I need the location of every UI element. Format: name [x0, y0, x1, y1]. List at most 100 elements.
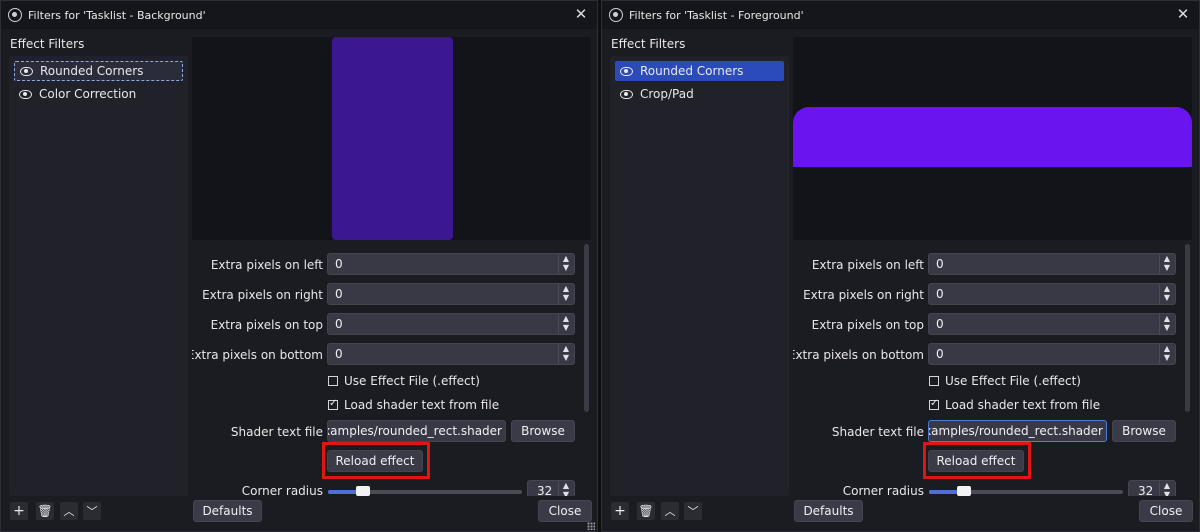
spin-arrows[interactable]: ▲ ▼	[1159, 344, 1175, 364]
checkbox-unchecked[interactable]	[929, 376, 939, 386]
eye-icon[interactable]	[619, 89, 633, 99]
corner-radius-spinbox[interactable]: 32 ▲ ▼	[527, 480, 575, 496]
spin-arrows[interactable]: ▲ ▼	[1159, 284, 1175, 304]
load-shader-label: Load shader text from file	[945, 398, 1101, 412]
filter-item-rounded-corners[interactable]: Rounded Corners	[615, 61, 784, 81]
chevron-down-icon[interactable]: ▼	[1163, 324, 1171, 332]
extra-bottom-label: Extra pixels on bottom	[793, 348, 924, 362]
checkbox-checked[interactable]	[328, 398, 338, 410]
defaults-button[interactable]: Defaults	[193, 500, 262, 522]
reload-effect-button[interactable]: Reload effect	[928, 450, 1024, 472]
shader-file-field[interactable]: examples/rounded_rect.shader	[928, 420, 1107, 442]
close-icon[interactable]: ✕	[573, 6, 589, 22]
extra-top-spinbox[interactable]: 0 ▲ ▼	[928, 313, 1176, 335]
eye-icon[interactable]	[619, 66, 633, 76]
filter-item-label: Crop/Pad	[640, 87, 694, 101]
chevron-up-icon[interactable]: ▲	[562, 315, 570, 323]
chevron-up-icon[interactable]: ▲	[1163, 255, 1171, 263]
browse-button[interactable]: Browse	[1112, 420, 1176, 442]
filter-item-label: Color Correction	[39, 87, 137, 101]
use-effect-file-checkbox[interactable]: Use Effect File (.effect)	[929, 374, 1081, 388]
spin-arrows[interactable]: ▲ ▼	[1159, 254, 1175, 274]
extra-bottom-value: 0	[936, 347, 944, 361]
filter-item-label: Rounded Corners	[40, 64, 144, 78]
slider-fill	[328, 490, 358, 494]
extra-right-spinbox[interactable]: 0 ▲ ▼	[928, 283, 1176, 305]
chevron-down-icon[interactable]: ﹀	[83, 502, 101, 520]
extra-top-spinbox[interactable]: 0 ▲ ▼	[327, 313, 575, 335]
spin-arrows[interactable]: ▲ ▼	[1159, 481, 1175, 496]
browse-button[interactable]: Browse	[511, 420, 575, 442]
extra-top-label: Extra pixels on top	[210, 318, 323, 332]
chevron-down-icon[interactable]: ▼	[562, 264, 570, 272]
window-title: Filters for 'Tasklist - Background'	[28, 8, 206, 22]
use-effect-file-checkbox[interactable]: Use Effect File (.effect)	[328, 374, 480, 388]
trash-icon[interactable]: 🗑	[36, 502, 54, 520]
close-button[interactable]: Close	[538, 500, 592, 522]
corner-radius-slider[interactable]	[328, 486, 522, 496]
slider-handle[interactable]	[356, 486, 370, 496]
chevron-up-icon[interactable]: ▲	[1163, 285, 1171, 293]
properties-scrollbar[interactable]	[584, 244, 589, 412]
chevron-down-icon[interactable]: ▼	[1163, 294, 1171, 302]
spin-arrows[interactable]: ▲ ▼	[558, 344, 574, 364]
reload-effect-button[interactable]: Reload effect	[327, 450, 423, 472]
chevron-up-icon[interactable]: ▲	[562, 345, 570, 353]
chevron-down-icon[interactable]: ▼	[562, 491, 570, 497]
extra-left-label: Extra pixels on left	[811, 258, 924, 272]
filter-item-crop-pad[interactable]: Crop/Pad	[615, 84, 784, 104]
trash-icon[interactable]: 🗑	[637, 502, 655, 520]
chevron-down-icon[interactable]: ▼	[1163, 354, 1171, 362]
chevron-up-icon[interactable]: ▲	[1163, 345, 1171, 353]
eye-icon[interactable]	[18, 89, 32, 99]
spin-arrows[interactable]: ▲ ▼	[558, 254, 574, 274]
corner-radius-spinbox[interactable]: 32 ▲ ▼	[1128, 480, 1176, 496]
window-title: Filters for 'Tasklist - Foreground'	[629, 8, 804, 22]
chevron-down-icon[interactable]: ﹀	[684, 502, 702, 520]
extra-left-spinbox[interactable]: 0 ▲ ▼	[928, 253, 1176, 275]
chevron-down-icon[interactable]: ▼	[1163, 491, 1171, 497]
chevron-up-icon[interactable]: ▲	[1163, 315, 1171, 323]
filter-item-color-correction[interactable]: Color Correction	[14, 84, 183, 104]
filter-item-label: Rounded Corners	[640, 64, 744, 78]
chevron-up-icon[interactable]: ▲	[562, 255, 570, 263]
chevron-down-icon[interactable]: ▼	[1163, 264, 1171, 272]
plus-icon[interactable]: +	[10, 502, 28, 520]
checkbox-checked[interactable]	[929, 398, 939, 410]
extra-bottom-spinbox[interactable]: 0 ▲ ▼	[928, 343, 1176, 365]
chevron-up-icon[interactable]: ︿	[60, 502, 78, 520]
chevron-up-icon[interactable]: ▲	[562, 482, 570, 490]
eye-icon[interactable]	[19, 66, 33, 76]
close-button[interactable]: Close	[1139, 500, 1193, 522]
resize-grip[interactable]	[587, 522, 595, 530]
spin-arrows[interactable]: ▲ ▼	[558, 481, 574, 496]
properties-scrollbar[interactable]	[1185, 244, 1190, 412]
slider-handle[interactable]	[957, 486, 971, 496]
shader-file-field[interactable]: examples/rounded_rect.shader	[327, 420, 506, 442]
extra-bottom-value: 0	[335, 347, 343, 361]
extra-right-spinbox[interactable]: 0 ▲ ▼	[327, 283, 575, 305]
checkbox-unchecked[interactable]	[328, 376, 338, 386]
chevron-up-icon[interactable]: ︿	[661, 502, 679, 520]
extra-left-spinbox[interactable]: 0 ▲ ▼	[327, 253, 575, 275]
chevron-up-icon[interactable]: ▲	[562, 285, 570, 293]
filter-item-rounded-corners[interactable]: Rounded Corners	[14, 61, 183, 81]
chevron-up-icon[interactable]: ▲	[1163, 482, 1171, 490]
bottom-bar: + 🗑 ︿ ﹀ Defaults Close	[1, 498, 597, 531]
chevron-down-icon[interactable]: ▼	[562, 324, 570, 332]
extra-right-value: 0	[335, 287, 343, 301]
spin-arrows[interactable]: ▲ ▼	[1159, 314, 1175, 334]
spin-arrows[interactable]: ▲ ▼	[558, 284, 574, 304]
chevron-down-icon[interactable]: ▼	[562, 294, 570, 302]
load-shader-checkbox[interactable]: Load shader text from file	[929, 398, 1100, 412]
defaults-button[interactable]: Defaults	[794, 500, 863, 522]
plus-icon[interactable]: +	[611, 502, 629, 520]
shader-file-label: Shader text file	[230, 425, 323, 439]
corner-radius-slider[interactable]	[929, 486, 1123, 496]
chevron-down-icon[interactable]: ▼	[562, 354, 570, 362]
load-shader-checkbox[interactable]: Load shader text from file	[328, 398, 499, 412]
filter-list: Rounded Corners Color Correction	[9, 56, 188, 496]
spin-arrows[interactable]: ▲ ▼	[558, 314, 574, 334]
close-icon[interactable]: ✕	[1175, 6, 1191, 22]
extra-bottom-spinbox[interactable]: 0 ▲ ▼	[327, 343, 575, 365]
